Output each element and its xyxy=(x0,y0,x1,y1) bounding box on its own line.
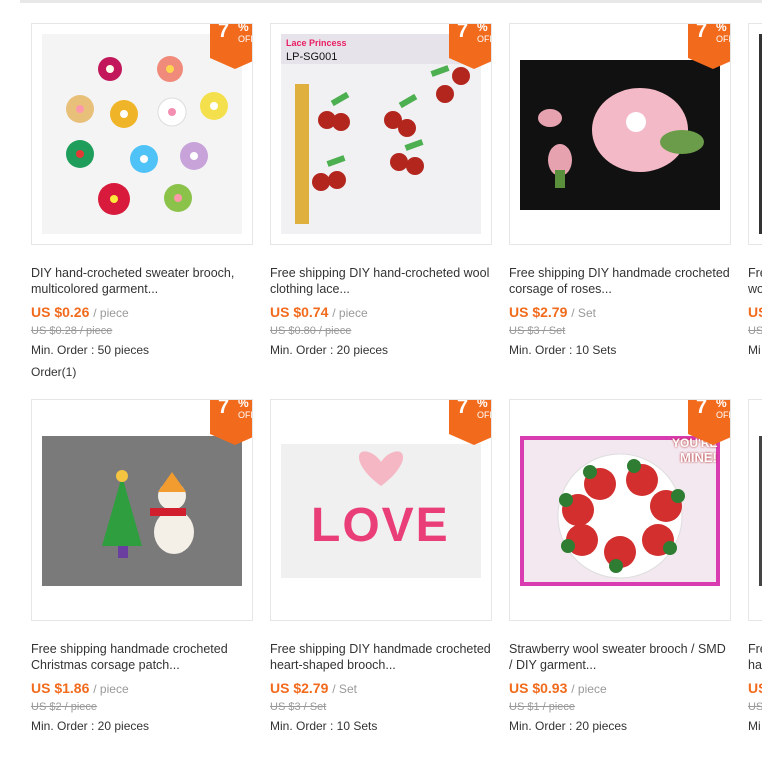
discount-badge: 7 % OFF xyxy=(688,23,730,69)
min-order: Min. Order : 20 pieces xyxy=(509,719,628,733)
watermark-mine: MINE! xyxy=(680,450,717,465)
watermark-code: LP-SG001 xyxy=(286,51,338,63)
discount-badge: 7 % OFF xyxy=(210,399,252,445)
discount-off-label: OFF xyxy=(477,410,491,420)
min-order: Min. Order : 10 Sets xyxy=(509,343,617,357)
min-order: Min. Order : 20 pieces xyxy=(270,343,389,357)
discount-number: 7 xyxy=(696,399,708,418)
product-card-partial[interactable]: Fre wo... US US Mi xyxy=(748,23,762,363)
price-value: US $0.74 xyxy=(270,304,329,320)
price-unit: / piece xyxy=(332,306,368,320)
crochet-christmas-image[interactable] xyxy=(42,436,242,586)
product-image-box[interactable]: 7 % OFF xyxy=(31,399,253,621)
discount-percent: % xyxy=(716,399,727,410)
discount-number: 7 xyxy=(457,399,469,418)
discount-off-label: OFF xyxy=(716,34,730,44)
price-unit: / piece xyxy=(571,682,607,696)
price-unit: / Set xyxy=(332,682,357,696)
price-value: US $0.26 xyxy=(31,304,90,320)
discount-percent: % xyxy=(238,23,249,34)
product-image-box[interactable]: 7 % OFF xyxy=(509,23,731,245)
original-price: US $3 / Set xyxy=(509,325,566,337)
discount-off-label: OFF xyxy=(477,34,491,44)
discount-badge: 7 % OFF xyxy=(449,399,491,445)
love-letters: LOVE xyxy=(311,499,450,552)
discount-percent: % xyxy=(238,399,249,410)
min-order: Min. Order : 10 Sets xyxy=(270,719,378,733)
product-price: US $0.93 / piece xyxy=(509,680,607,696)
discount-badge: 7 % OFF xyxy=(210,23,252,69)
min-order: Mi xyxy=(748,719,761,733)
min-order: Min. Order : 20 pieces xyxy=(31,719,150,733)
price-unit: / piece xyxy=(93,306,129,320)
discount-percent: % xyxy=(716,23,727,34)
product-image-box[interactable]: 7 % OFF Lace Princess LP-SG001 xyxy=(270,23,492,245)
product-title-link[interactable]: Strawberry wool sweater brooch / SMD / D… xyxy=(509,641,731,673)
discount-number: 7 xyxy=(218,23,230,42)
order-count-link[interactable]: Order(1) xyxy=(31,365,76,379)
product-price: US xyxy=(748,304,762,320)
product-title-link[interactable]: Free shipping DIY hand-crocheted wool cl… xyxy=(270,265,492,297)
original-price: US $0.80 / piece xyxy=(270,325,352,337)
product-title-link[interactable]: Fre ha... xyxy=(748,641,762,673)
product-image-box[interactable]: YOU'RE MINE! 7 % OFF xyxy=(509,399,731,621)
original-price: US $0.28 / piece xyxy=(31,325,113,337)
product-title-link[interactable]: Free shipping handmade crocheted Christm… xyxy=(31,641,253,673)
discount-badge: 7 % OFF xyxy=(688,399,730,445)
price-value: US $2.79 xyxy=(509,304,568,320)
min-order: Mi xyxy=(748,343,761,357)
discount-number: 7 xyxy=(457,23,469,42)
product-card-partial[interactable]: Fre ha... US US Mi xyxy=(748,399,762,739)
product-title-link[interactable]: DIY hand-crocheted sweater brooch, multi… xyxy=(31,265,253,297)
price-unit: / Set xyxy=(571,306,596,320)
watermark-brand: Lace Princess xyxy=(286,38,347,48)
product-image-box[interactable]: LOVE 7 % OFF xyxy=(270,399,492,621)
price-value: US $0.93 xyxy=(509,680,568,696)
original-price: US $2 / piece xyxy=(31,701,98,713)
product-title-link[interactable]: Fre wo... xyxy=(748,265,762,297)
product-price: US $1.86 / piece xyxy=(31,680,129,696)
product-title-link[interactable]: Free shipping DIY handmade crocheted hea… xyxy=(270,641,492,673)
discount-off-label: OFF xyxy=(238,410,252,420)
discount-badge: 7 % OFF xyxy=(449,23,491,69)
discount-percent: % xyxy=(477,399,488,410)
price-value: US $2.79 xyxy=(270,680,329,696)
crochet-rose-image[interactable] xyxy=(520,60,720,210)
original-price: US xyxy=(748,325,762,337)
min-order: Min. Order : 50 pieces xyxy=(31,343,150,357)
original-price: US $1 / piece xyxy=(509,701,576,713)
top-divider xyxy=(20,0,762,3)
original-price: US $3 / Set xyxy=(270,701,327,713)
product-title-link[interactable]: Free shipping DIY handmade crocheted cor… xyxy=(509,265,731,297)
product-price: US $2.79 / Set xyxy=(270,680,357,696)
original-price: US xyxy=(748,701,762,713)
discount-off-label: OFF xyxy=(238,34,252,44)
product-price: US $0.26 / piece xyxy=(31,304,129,320)
product-image-box[interactable]: 7 % OFF xyxy=(31,23,253,245)
price-unit: / piece xyxy=(93,682,129,696)
discount-off-label: OFF xyxy=(716,410,730,420)
discount-number: 7 xyxy=(696,23,708,42)
price-value: US $1.86 xyxy=(31,680,90,696)
product-image-box[interactable] xyxy=(748,399,762,621)
product-price: US $0.74 / piece xyxy=(270,304,368,320)
product-price: US xyxy=(748,680,762,696)
product-image-box[interactable] xyxy=(748,23,762,245)
product-price: US $2.79 / Set xyxy=(509,304,596,320)
discount-number: 7 xyxy=(218,399,230,418)
discount-percent: % xyxy=(477,23,488,34)
